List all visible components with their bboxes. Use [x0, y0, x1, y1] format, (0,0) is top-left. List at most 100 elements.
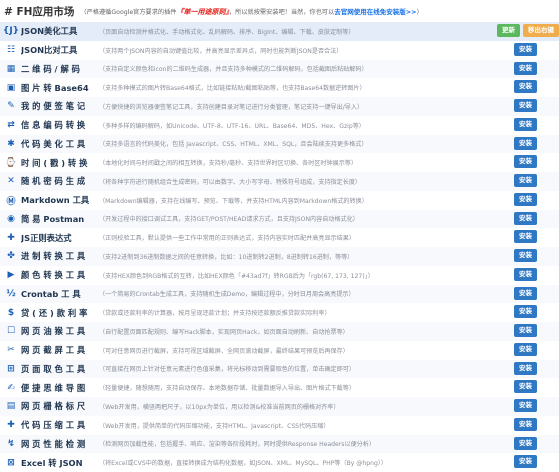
tool-row[interactable]: ✎ 我 的 便 签 笔 记 （方便快捷的浏览器便签笔记工具，支持创建目录对笔记进行分… — [0, 97, 559, 116]
tool-row[interactable]: ⊞ 页 面 取 色 工 具 （可直接在网页上针对任意元素进行色值采集，将光标移动到需… — [0, 359, 559, 379]
tool-description: （支持自定义颜色和icon的二维码生成器，并且支持多种模式的二维码解码，包括截图… — [99, 66, 368, 74]
install-button[interactable]: 安装 — [514, 211, 537, 225]
tool-actions: 安装 — [514, 211, 559, 225]
tool-name: 代 码 压 缩 工 具 — [21, 420, 86, 431]
tool-row[interactable]: ✍ 便 捷 思 维 导 图 （轻量便捷，随想随用，支持自动保存、本地数据存储、批量数… — [0, 378, 559, 397]
tool-actions: 安装 — [514, 192, 559, 206]
install-button[interactable]: 安装 — [514, 230, 537, 244]
tool-row[interactable]: ✂ 网 页 截 屏 工 具 （可对任意网页进行截屏，支持可视区域截屏、全网页滚动截屏… — [0, 341, 559, 360]
tool-row[interactable]: ⌚ 时 间 ( 戳 ) 转 换 （本地化时间与时间戳之间的相互转换，支持秒/毫秒、支… — [0, 153, 559, 172]
tool-actions: 安装 — [514, 117, 559, 131]
install-button[interactable]: 安装 — [514, 192, 537, 206]
tool-name: 颜 色 转 换 工 具 — [21, 270, 86, 281]
install-button[interactable]: 安装 — [514, 42, 537, 56]
remove-from-context-menu-button[interactable]: 移出右键 — [523, 24, 559, 37]
tool-description: （支持多语言的代码美化，包括 Javascript、CSS、HTML、XML、S… — [99, 141, 368, 149]
install-button[interactable]: 安装 — [514, 305, 537, 319]
tool-row[interactable]: ↯ 网 页 性 能 检 测 （检测网页加载性能，包括握手、响应、渲染等各阶段耗时，同… — [0, 434, 559, 454]
tool-name: 图 片 转 Base64 — [21, 82, 89, 93]
install-button[interactable]: 安装 — [514, 136, 537, 150]
page-header: # FH应用市场 （严格遵循Google官方要求的插件『单一用途原则』，所以就按… — [0, 0, 559, 22]
tool-name: 便 捷 思 维 导 图 — [21, 382, 86, 393]
tool-name: 网 页 性 能 检 测 — [21, 438, 86, 449]
tool-name: 二 维 码 / 解 码 — [21, 63, 80, 74]
screenshot-icon: ✂ — [7, 345, 15, 356]
crontab-icon: ½ — [6, 288, 16, 299]
tool-description: （多种多样的编码解码，如Unicode、UTF-8、UTF-16、URL、Bas… — [99, 122, 365, 130]
install-button[interactable]: 安装 — [514, 80, 537, 94]
tool-name: 页 面 取 色 工 具 — [21, 363, 86, 374]
tool-row[interactable]: {J} JSON美化工具 （页面自动检测并格式化、手动格式化、乱码解码、排序、Big… — [0, 22, 559, 41]
online-version-link[interactable]: 去官网使用在线免安装版>> — [334, 8, 416, 16]
install-button[interactable]: 安装 — [514, 380, 537, 394]
tool-row[interactable]: ½ Crontab 工 具 （一个简易的Crontab生成工具，支持随机生成Demo… — [0, 284, 559, 304]
install-button[interactable]: 安装 — [514, 324, 537, 337]
install-button[interactable]: 安装 — [514, 361, 537, 375]
tool-actions: 安装 — [514, 249, 559, 262]
tool-actions: 安装 — [514, 267, 559, 281]
radix-icon: ✤ — [7, 251, 15, 262]
tool-row[interactable]: ▤ 网 页 栅 格 标 尺 （Web开发用，横竖两把尺子，以10px为单位，用以检测… — [0, 397, 559, 416]
tool-description: （页面自动检测并格式化、手动格式化、乱码解码、排序、BigInt、编辑、下载、皮… — [99, 28, 355, 36]
tool-row[interactable]: ☷ JSON比对工具 （支持两个JSON内容的自动键值比较，并高亮显示差异点，同时也… — [0, 41, 559, 60]
tool-row[interactable]: ✤ 进 制 转 换 工 具 （支持2进制到36进制数据之间的任意转换，比如：10进制… — [0, 247, 559, 266]
tool-name: Crontab 工 具 — [21, 288, 81, 299]
tool-row[interactable]: ▦ 二 维 码 / 解 码 （支持自定义颜色和icon的二维码生成器，并且支持多种模… — [0, 59, 559, 79]
install-button[interactable]: 安装 — [514, 267, 537, 281]
pencil-icon: ✎ — [7, 101, 15, 112]
install-button[interactable]: 安装 — [514, 61, 537, 75]
install-button[interactable]: 安装 — [514, 249, 537, 262]
tool-actions: 安装 — [514, 286, 559, 300]
header-note-end: ） — [416, 8, 423, 16]
tool-actions: 安装 — [514, 417, 559, 431]
tool-description: （正则校验工具，默认提供一些工作中常用的正则表达式，支持内容实时匹配并高亮显示结… — [99, 235, 355, 243]
tool-row[interactable]: ▶ 颜 色 转 换 工 具 （支持HEX颜色到RGB格式的互转，比如HEX颜色「#4… — [0, 266, 559, 285]
tool-description: （将各种字符进行随机组合生成密码，可以由数字、大小写字母、特殊符号组成，支持指定… — [99, 178, 362, 186]
tool-row[interactable]: ✕ 随 机 密 码 生 成 （将各种字符进行随机组合生成密码，可以由数字、大小写字母… — [0, 172, 559, 191]
install-button[interactable]: 安装 — [514, 417, 537, 431]
tool-description: （支持多种模式的图片转Base64格式，比如链接粘贴/截图粘贴等，也支持Base… — [99, 85, 366, 93]
tool-name: 进 制 转 换 工 具 — [21, 251, 86, 262]
tool-actions: 安装 — [514, 80, 559, 94]
tool-row[interactable]: ✚ JS正则表达式 （正则校验工具，默认提供一些工作中常用的正则表达式，支持内容实时… — [0, 228, 559, 247]
performance-icon: ↯ — [7, 438, 15, 449]
tool-row[interactable]: $ 贷 ( 还 ) 款 利 率 （贷款或还款利率的计算器，按月呈现还款计划；并支持按… — [0, 303, 559, 322]
web-hack-icon: ☐ — [6, 326, 16, 337]
tool-actions: 安装 — [514, 61, 559, 75]
tool-row[interactable]: ✚ 代 码 压 缩 工 具 （Web开发用，提供简单的代码压缩功能，支持HTML、J… — [0, 416, 559, 435]
clock-icon: ⌚ — [5, 157, 17, 168]
header-note: （严格遵循Google官方要求的插件『单一用途原则』，所以就按需安装吧！当然，你… — [80, 6, 422, 17]
tool-row[interactable]: ▣ 图 片 转 Base64 （支持多种模式的图片转Base64格式，比如链接粘贴/… — [0, 78, 559, 97]
tool-actions: 安装 — [514, 174, 559, 187]
tool-actions: 安装 — [514, 436, 559, 450]
color-icon: ▶ — [7, 270, 15, 281]
tool-row[interactable]: ✱ 代 码 美 化 工 具 （支持多语言的代码美化，包括 Javascript、CS… — [0, 134, 559, 154]
update-button[interactable]: 更新 — [497, 24, 520, 37]
markdown-icon: Ⓜ — [6, 196, 16, 207]
tool-actions: 安装 — [514, 230, 559, 244]
install-button[interactable]: 安装 — [514, 99, 537, 112]
install-button[interactable]: 安装 — [514, 436, 537, 450]
tool-name: 我 的 便 签 笔 记 — [21, 101, 86, 112]
json-braces-icon: {J} — [2, 26, 20, 37]
tool-actions: 安装 — [514, 42, 559, 56]
install-button[interactable]: 安装 — [514, 117, 537, 131]
install-button[interactable]: 安装 — [514, 399, 537, 412]
tool-name: Markdown 工具 — [21, 195, 90, 206]
tool-row[interactable]: ☐ 网 页 油 猴 工 具 （自行配置页面匹配规则、编写Hack脚本，实现网页Hac… — [0, 322, 559, 341]
install-button[interactable]: 安装 — [514, 342, 537, 356]
tool-name: 网 页 栅 格 标 尺 — [21, 401, 86, 412]
install-button[interactable]: 安装 — [514, 174, 537, 187]
install-button[interactable]: 安装 — [514, 155, 537, 169]
tool-row[interactable]: Ⓜ Markdown 工具 （Markdown编辑器，支持在线编写、预览、下载等，并… — [0, 191, 559, 210]
tool-description: （支持两个JSON内容的自动键值比较，并高亮显示差异点，同时也能判断JSON是否… — [99, 47, 343, 55]
tool-name: 贷 ( 还 ) 款 利 率 — [21, 307, 88, 318]
install-button[interactable]: 安装 — [514, 286, 537, 300]
tool-row[interactable]: ◉ 简 易 Postman （开发过程中的接口调试工具，支持GET/POST/HEA… — [0, 209, 559, 229]
tool-description: （方便快捷的浏览器便签笔记工具，支持创建目录对笔记进行分类管理，笔记支持一键导出… — [99, 103, 364, 111]
install-button[interactable]: 安装 — [514, 455, 537, 469]
tool-name: 简 易 Postman — [21, 213, 85, 224]
encode-icon: ⇄ — [7, 120, 15, 131]
tool-actions: 安装 — [514, 361, 559, 375]
tool-row[interactable]: ⇄ 信 息 编 码 转 换 （多种多样的编码解码，如Unicode、UTF-8、UT… — [0, 116, 559, 135]
